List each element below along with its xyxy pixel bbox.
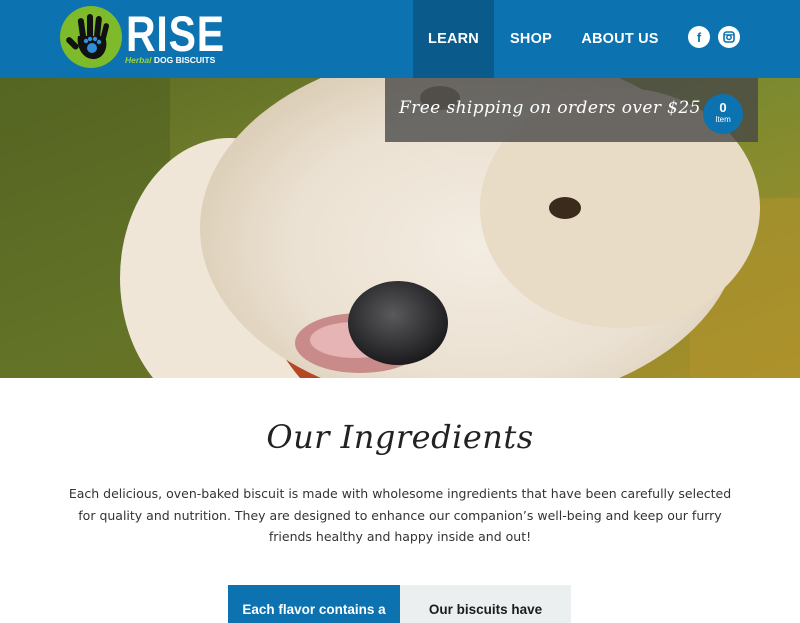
logo-tagline-dog-biscuits: DOG BISCUITS [153,55,216,65]
page-title: Our Ingredients [266,418,534,456]
nav-item-about-us[interactable]: ABOUT US [568,0,672,78]
cart-count: 0 [719,100,727,115]
nav-item-learn[interactable]: LEARN [413,0,494,78]
feature-card-biscuits: Our biscuits have [400,585,571,623]
logo-tagline-herbal: Herbal [125,55,152,65]
site-header: RISE Herbal DOG BISCUITS LEARN SHOP ABOU… [0,0,800,78]
intro-paragraph: Each delicious, oven-baked biscuit is ma… [68,486,732,544]
facebook-icon[interactable]: f [688,26,710,48]
cart-badge[interactable]: 0 Item [703,94,743,134]
cart-label: Item [715,115,731,124]
main-nav: LEARN SHOP ABOUT US [413,0,672,78]
nav-item-shop[interactable]: SHOP [494,0,568,78]
feature-card-flavor: Each flavor contains a [228,585,400,623]
logo-tagline: Herbal DOG BISCUITS [125,55,215,65]
instagram-icon[interactable] [718,26,740,48]
free-shipping-banner: Free shipping on orders over $25 0 Item [385,78,758,142]
handprint-logo-icon [60,6,122,68]
free-shipping-text: Free shipping on orders over $25 [399,98,701,118]
rise-logo[interactable]: RISE Herbal DOG BISCUITS [60,4,224,72]
